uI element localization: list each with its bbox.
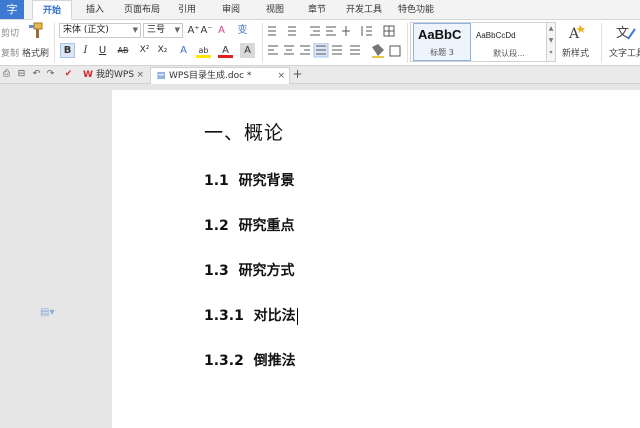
heading-text: 研究方式 bbox=[238, 263, 295, 279]
new-style-icon[interactable]: A bbox=[566, 23, 588, 42]
text-tool-icon[interactable]: 文 bbox=[614, 23, 636, 41]
font-color-button[interactable]: A bbox=[218, 43, 233, 58]
document-canvas[interactable]: 一、概论 1.1 研究背景 1.2 研究重点 1.3 研究方式 1.3.1 对比… bbox=[0, 84, 640, 428]
tab-page-layout[interactable]: 页面布局 bbox=[120, 0, 164, 20]
style-preview: AaBbCcDd bbox=[476, 31, 516, 40]
print-preview-icon[interactable]: ⎙ bbox=[0, 68, 13, 81]
heading-1-3[interactable]: 1.3 研究方式 bbox=[204, 260, 295, 280]
doc-tab-label: 我的WPS bbox=[96, 70, 135, 80]
document-page[interactable]: 一、概论 1.1 研究背景 1.2 研究重点 1.3 研究方式 1.3.1 对比… bbox=[112, 90, 640, 428]
text-cursor bbox=[296, 307, 298, 325]
divider bbox=[601, 23, 602, 63]
tab-special-features[interactable]: 特色功能 bbox=[394, 0, 438, 20]
font-name-select[interactable]: 宋体 (正文) ▼ bbox=[59, 23, 141, 38]
heading-1-1[interactable]: 1.1 研究背景 bbox=[204, 170, 295, 190]
heading-number: 1.1 bbox=[204, 173, 229, 189]
close-icon[interactable]: × bbox=[277, 68, 285, 84]
pinyin-guide-icon[interactable]: 变 bbox=[235, 23, 250, 38]
paragraph-bottom-toolbar bbox=[266, 42, 406, 59]
divider bbox=[262, 23, 263, 63]
svg-text:A: A bbox=[568, 26, 580, 41]
tab-my-wps[interactable]: W 我的WPS × bbox=[78, 67, 148, 84]
chevron-down-icon: ▼ bbox=[174, 26, 180, 34]
text-tool-button[interactable]: 文字工具 bbox=[609, 46, 640, 59]
tab-chapter[interactable]: 章节 bbox=[302, 0, 332, 20]
copy-button[interactable]: 复制 bbox=[1, 46, 19, 59]
tab-references[interactable]: 引用 bbox=[172, 0, 202, 20]
divider bbox=[407, 23, 408, 63]
font-size-select[interactable]: 三号 ▼ bbox=[143, 23, 183, 38]
heading-1-2[interactable]: 1.2 研究重点 bbox=[204, 215, 295, 235]
doc-file-icon: ▤ bbox=[156, 71, 166, 81]
tab-review[interactable]: 审阅 bbox=[216, 0, 246, 20]
heading-1-3-2[interactable]: 1.3.2 倒推法 bbox=[204, 350, 296, 370]
paragraph-top-toolbar bbox=[266, 24, 406, 38]
undo-icon[interactable]: ↶ bbox=[30, 68, 43, 81]
font-size-value: 三号 bbox=[147, 25, 166, 35]
strikethrough-button[interactable]: AB bbox=[114, 43, 132, 58]
heading-text: 研究背景 bbox=[238, 173, 295, 189]
style-name: 标题 3 bbox=[430, 48, 454, 57]
heading-number: 1.3.1 bbox=[204, 308, 244, 324]
tab-insert[interactable]: 插入 bbox=[80, 0, 110, 20]
font-name-value: 宋体 (正文) bbox=[63, 25, 109, 35]
styles-gallery: AaBbC 标题 3 AaBbCcDd 默认段... ▲ ▼ ▾ bbox=[410, 22, 556, 62]
tab-home[interactable]: 开始 bbox=[32, 0, 72, 20]
style-preview: AaBbC bbox=[418, 27, 462, 42]
divider bbox=[54, 23, 55, 63]
app-menu-button[interactable]: 字 bbox=[0, 0, 24, 19]
heading-number: 1.2 bbox=[204, 218, 229, 234]
doc-tab-label: WPS目录生成.doc * bbox=[169, 71, 252, 81]
heading-text: 倒推法 bbox=[253, 353, 296, 369]
clear-format-icon[interactable]: A bbox=[214, 23, 229, 38]
superscript-button[interactable]: X² bbox=[137, 43, 152, 58]
style-default-paragraph[interactable]: AaBbCcDd 默认段... bbox=[473, 23, 545, 61]
text-effect-button[interactable]: A bbox=[176, 43, 191, 58]
svg-text:文: 文 bbox=[616, 26, 629, 41]
format-painter-button[interactable]: 格式刷 bbox=[22, 46, 49, 59]
heading-number: 1.3 bbox=[204, 263, 229, 279]
subscript-button[interactable]: X₂ bbox=[155, 43, 170, 58]
customize-toolbar-icon[interactable]: ✔ bbox=[62, 68, 75, 81]
close-icon[interactable]: × bbox=[136, 67, 144, 83]
print-icon[interactable]: ⊟ bbox=[15, 68, 28, 81]
heading-number: 1.3.2 bbox=[204, 353, 244, 369]
paragraph-layout-icon[interactable]: ▤▾ bbox=[40, 307, 54, 318]
new-tab-button[interactable]: + bbox=[291, 68, 304, 81]
bold-button[interactable]: B bbox=[60, 43, 75, 58]
gallery-scroll[interactable]: ▲ ▼ ▾ bbox=[546, 23, 555, 61]
chevron-down-icon: ▼ bbox=[132, 26, 138, 34]
tab-view[interactable]: 视图 bbox=[260, 0, 290, 20]
cut-button[interactable]: 剪切 bbox=[1, 26, 19, 39]
format-painter-icon[interactable] bbox=[26, 22, 44, 40]
heading-text: 对比法 bbox=[253, 308, 296, 324]
new-style-button[interactable]: 新样式 bbox=[562, 46, 589, 59]
char-shading-button[interactable]: A bbox=[240, 43, 255, 58]
underline-button[interactable]: U bbox=[95, 43, 110, 58]
style-name: 默认段... bbox=[493, 49, 525, 58]
heading-1-3-1[interactable]: 1.3.1 对比法 bbox=[204, 305, 298, 325]
shrink-font-button[interactable]: A⁻ bbox=[199, 23, 214, 38]
tab-developer[interactable]: 开发工具 bbox=[342, 0, 386, 20]
ribbon-toolbar: 剪切 复制 格式刷 宋体 (正文) ▼ 三号 ▼ A⁺ A⁻ A 变 B I U… bbox=[0, 20, 640, 66]
menu-bar: 字 开始 插入 页面布局 引用 审阅 视图 章节 开发工具 特色功能 bbox=[0, 0, 640, 20]
heading-1[interactable]: 一、概论 bbox=[204, 118, 284, 145]
style-heading-3[interactable]: AaBbC 标题 3 bbox=[413, 23, 471, 61]
italic-button[interactable]: I bbox=[78, 43, 93, 58]
heading-text: 研究重点 bbox=[238, 218, 295, 234]
highlight-button[interactable]: ab bbox=[196, 43, 211, 58]
document-tab-bar: ⎙ ⊟ ↶ ↷ ✔ W 我的WPS × ▤ WPS目录生成.doc * × + bbox=[0, 66, 640, 84]
tab-wps-toc-doc[interactable]: ▤ WPS目录生成.doc * × bbox=[150, 67, 290, 84]
wps-logo-icon: W bbox=[83, 70, 93, 80]
redo-icon[interactable]: ↷ bbox=[44, 68, 57, 81]
